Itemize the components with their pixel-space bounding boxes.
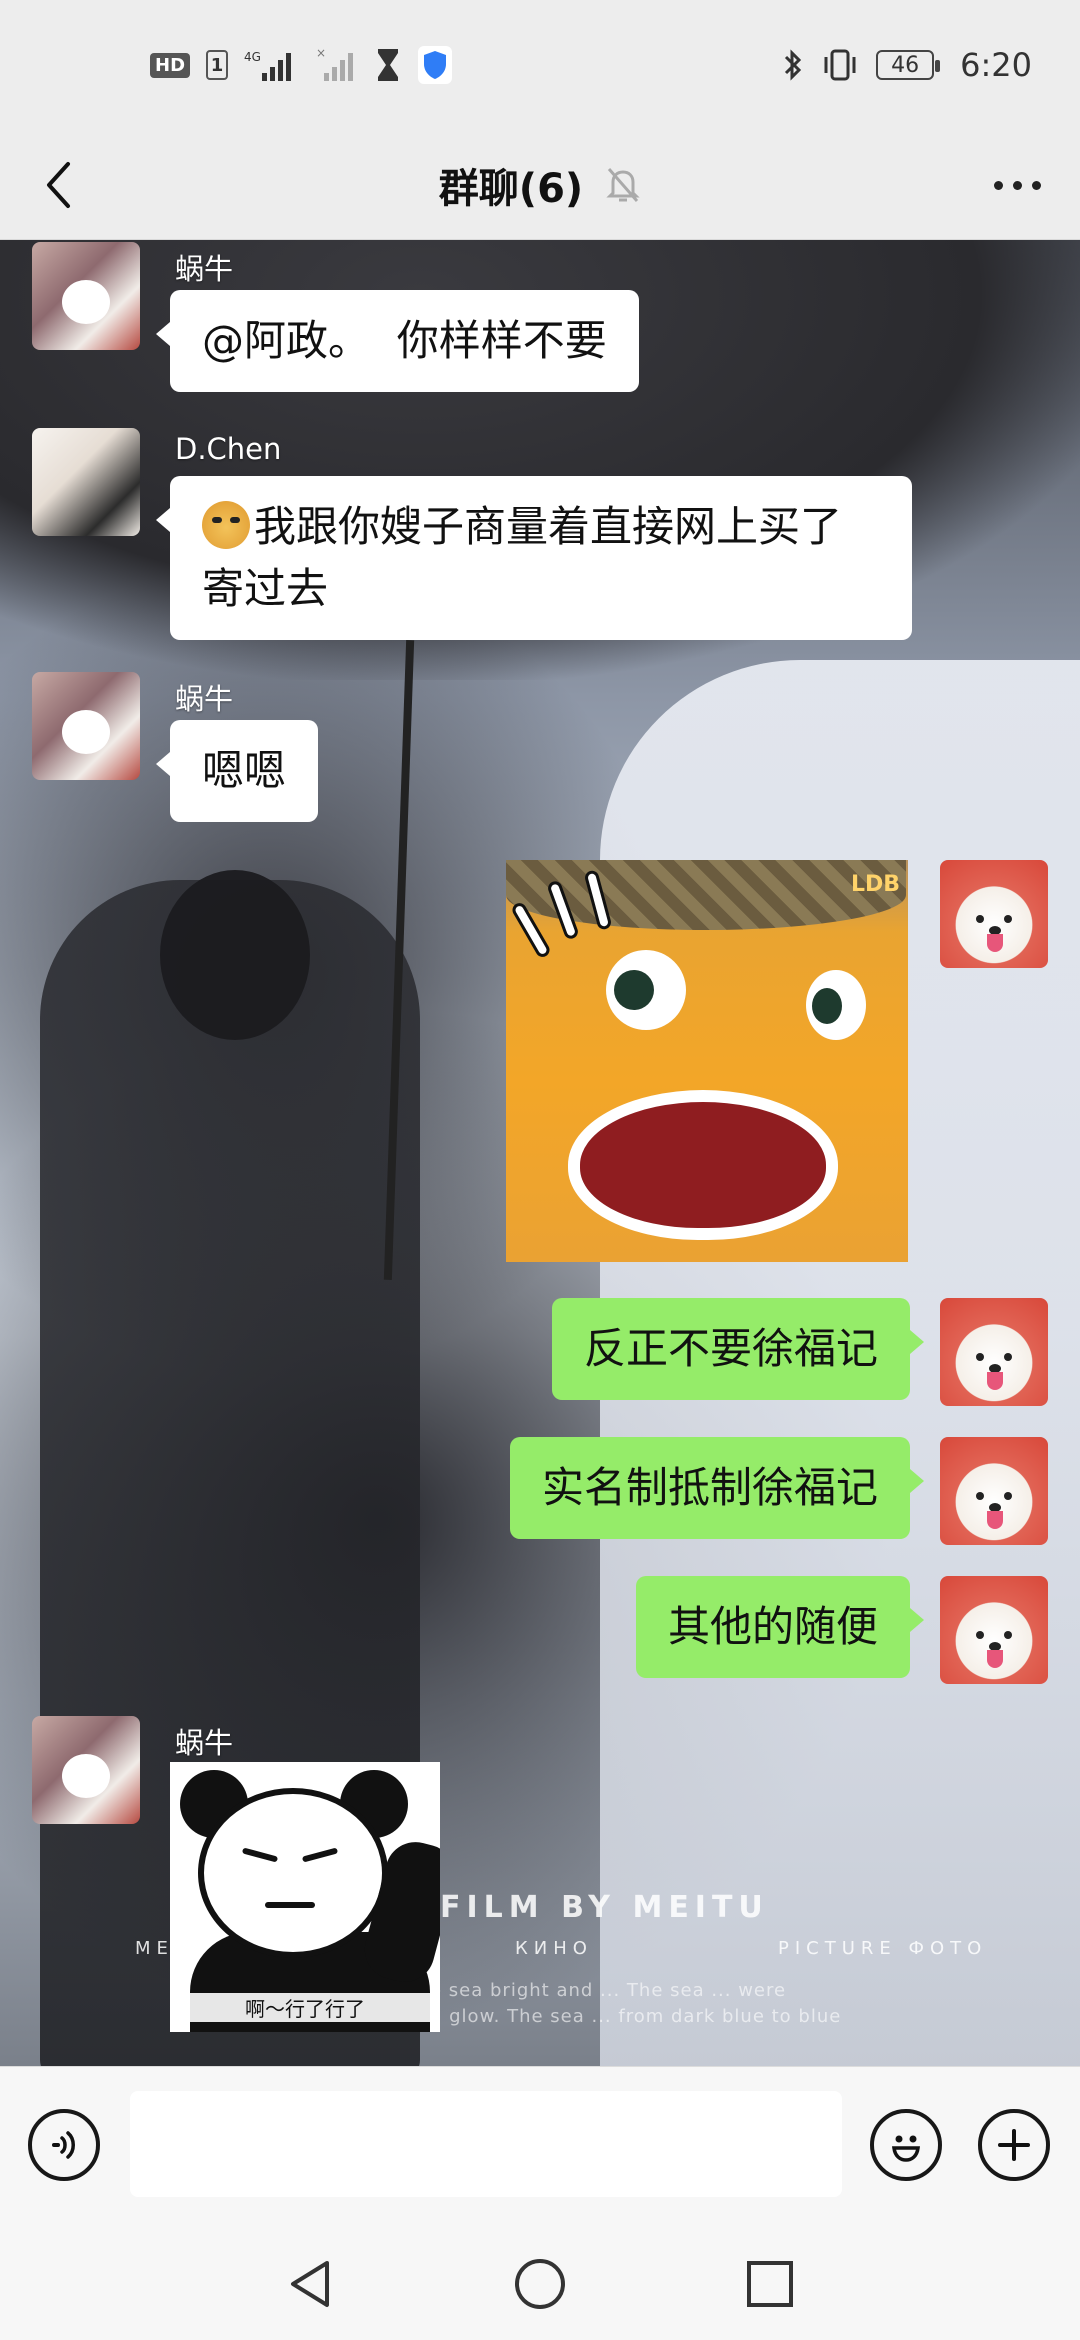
message-bubble[interactable]: @阿政。 你样样不要 [156, 290, 639, 392]
sticker-pupil-right [812, 988, 842, 1024]
background-film-text: FILM BY MEITU [440, 1890, 769, 1925]
more-dot [1012, 180, 1022, 190]
message-bubble[interactable]: 反正不要徐福记 [551, 1298, 925, 1400]
dog-avatar[interactable] [940, 1576, 1048, 1684]
avatar-face [62, 280, 110, 324]
signal-empty-icon: × [314, 47, 358, 83]
dog-avatar[interactable] [940, 1437, 1048, 1545]
back-chevron-icon [47, 162, 70, 208]
network-type-label: 4G [244, 50, 261, 64]
status-left: HD 1 4G × [150, 46, 453, 84]
avatar-tongue [987, 1511, 1003, 1529]
message-bubble[interactable]: 嗯嗯 [155, 720, 319, 822]
voice-button[interactable] [28, 2109, 100, 2181]
message-bubble[interactable]: 其他的随便 [635, 1576, 925, 1678]
panda-meme-sticker[interactable]: 啊～行了行了 [170, 1762, 440, 2032]
avatar-eye [976, 1353, 984, 1361]
avatar-face [62, 1754, 110, 1798]
chat-title[interactable]: 群聊(6) [439, 156, 583, 214]
sender-name: 蜗牛 [175, 1726, 234, 1760]
snail-avatar[interactable] [32, 242, 140, 350]
more-dot [993, 180, 1003, 190]
smiley-icon [892, 2135, 920, 2162]
more-dot [1031, 180, 1041, 190]
background-me-text: ME [135, 1938, 174, 1959]
message-bubble[interactable]: 我跟你嫂子商量着直接网上买了寄过去 [156, 476, 912, 640]
panda-head [198, 1788, 388, 1958]
more-options-button[interactable] [982, 155, 1052, 215]
avatar-eye [1004, 1631, 1012, 1639]
snail-avatar[interactable] [32, 672, 140, 780]
sender-name: 蜗牛 [175, 252, 234, 286]
status-right: 46 6:20 [782, 46, 1032, 84]
avatar-face [62, 710, 110, 754]
shield-icon [418, 46, 453, 84]
back-button[interactable] [28, 155, 88, 215]
message-input[interactable] [130, 2091, 842, 2197]
nav-recent-icon [747, 2261, 793, 2307]
hd-badge: HD [150, 52, 191, 78]
couple-avatar[interactable] [32, 428, 140, 536]
avatar-tongue [987, 1650, 1003, 1668]
vibrate-icon [820, 48, 860, 82]
sender-name: D.Chen [175, 432, 282, 466]
orange-monster-sticker[interactable]: LDB [506, 860, 908, 1262]
battery-icon: 46 [876, 50, 941, 80]
avatar-eye [976, 915, 984, 923]
bluetooth-icon [782, 48, 804, 82]
chat-title-bar: 群聊(6) [0, 130, 1080, 240]
dog-avatar[interactable] [940, 860, 1048, 968]
message-text: 我跟你嫂子商量着直接网上买了寄过去 [202, 502, 843, 613]
bell-off-icon [605, 165, 641, 205]
avatar-eye [1004, 1353, 1012, 1361]
chat-message-list[interactable]: FILM BY MEITU КИНО PICTURE ФОТО ME e sea… [0, 240, 1080, 2066]
background-caption-2: n glow. The sea ... from dark blue to bl… [430, 2006, 842, 2027]
nav-home-button[interactable] [510, 2254, 570, 2314]
background-kino-text: КИНО [515, 1938, 593, 1959]
system-nav-bar [0, 2226, 1080, 2340]
sticker-ldb-label: LDB [850, 872, 900, 897]
dog-avatar[interactable] [940, 1298, 1048, 1406]
hourglass-icon [374, 47, 402, 83]
avatar-tongue [987, 1372, 1003, 1390]
sticker-pupil-left [614, 970, 654, 1010]
status-bar: HD 1 4G × 46 6:20 [0, 0, 1080, 130]
nav-home-icon [515, 2259, 565, 2309]
signal-4g-icon: 4G [244, 47, 298, 83]
panda-caption: 啊～行了行了 [170, 1993, 440, 2022]
nav-recent-button[interactable] [740, 2254, 800, 2314]
message-bubble[interactable]: 实名制抵制徐福记 [509, 1437, 925, 1539]
chat-input-bar [0, 2066, 1080, 2226]
nav-back-icon [291, 2261, 329, 2307]
sender-name: 蜗牛 [175, 682, 234, 716]
snail-avatar[interactable] [32, 1716, 140, 1824]
background-caption-1: e sea bright and ... The sea ... were [430, 1980, 787, 2001]
avatar-eye [976, 1631, 984, 1639]
svg-text:×: × [316, 47, 326, 60]
emoji-button[interactable] [870, 2109, 942, 2181]
background-picture-text: PICTURE ФОТО [778, 1938, 988, 1959]
panda-mouth [265, 1902, 315, 1908]
sim-slot-icon: 1 [206, 50, 229, 80]
avatar-eye [976, 1492, 984, 1500]
plus-button[interactable] [978, 2109, 1050, 2181]
chat-screen: HD 1 4G × 46 6:20 群聊(6) FILM BY MEITU КИ… [0, 0, 1080, 2340]
voice-icon [52, 2131, 75, 2159]
doge-emoji-icon [202, 501, 250, 549]
avatar-eye [1004, 915, 1012, 923]
background-figure-head [160, 870, 310, 1040]
plus-icon [998, 2129, 1030, 2161]
status-time: 6:20 [960, 46, 1032, 84]
sticker-mouth [568, 1090, 838, 1240]
nav-back-button[interactable] [280, 2254, 340, 2314]
avatar-tongue [987, 934, 1003, 952]
avatar-eye [1004, 1492, 1012, 1500]
